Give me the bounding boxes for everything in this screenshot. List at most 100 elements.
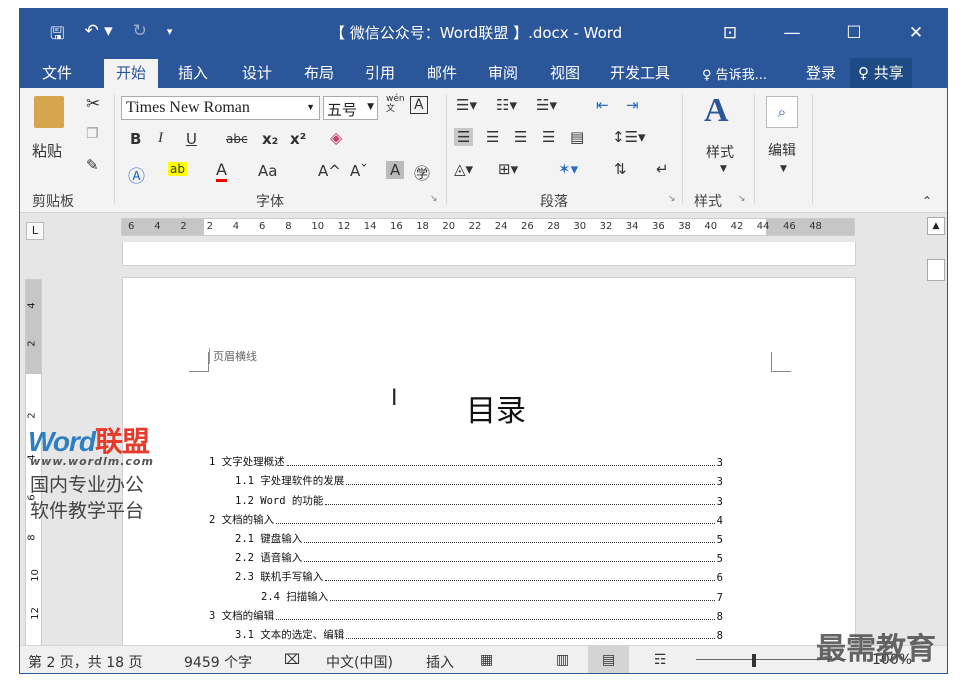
align-right-icon[interactable]: ☰ [514, 128, 527, 146]
undo-icon[interactable]: ↶ ▾ [84, 21, 112, 50]
text-effects-icon[interactable]: Ⓐ [128, 162, 145, 187]
highlight-icon[interactable]: ab [168, 162, 187, 176]
page-count[interactable]: 第 2 页，共 18 页 [28, 652, 143, 672]
web-layout-icon[interactable]: ☶ [654, 652, 667, 668]
subscript-button[interactable]: x₂ [262, 130, 278, 148]
toc-entry[interactable]: 1.1 字处理软件的发展 3 [209, 469, 723, 488]
justify-icon[interactable]: ☰ [542, 128, 555, 146]
document-page[interactable]: 页眉横线 I 目录 1 文字处理概述 3 1.1 字处理软件的发展 3 1.2 Word… [122, 277, 856, 657]
insert-mode[interactable]: 插入 [426, 652, 454, 672]
toc-entry[interactable]: 3 文档的编辑 8 [209, 604, 723, 623]
clear-format-icon[interactable]: ◈ [330, 128, 342, 147]
share-button[interactable]: ♀ 共享 [850, 58, 912, 89]
tab-insert[interactable]: 插入 [178, 62, 208, 83]
copy-icon[interactable]: ❐ [86, 126, 99, 142]
strikethrough-button[interactable]: abc [226, 132, 248, 146]
toc-entry[interactable]: 1 文字处理概述 3 [209, 450, 723, 469]
search-icon[interactable]: ⌕ [766, 96, 798, 128]
increase-indent-icon[interactable]: ⇥ [626, 96, 639, 114]
close-button[interactable]: ✕ [885, 9, 947, 56]
tab-selector-button[interactable]: L [26, 222, 44, 240]
editing-button[interactable]: 编辑 [768, 140, 796, 160]
bullets-icon[interactable]: ☰▾ [456, 96, 477, 114]
underline-button[interactable]: U [186, 130, 197, 148]
paste-icon[interactable] [34, 96, 64, 128]
maximize-button[interactable]: ☐ [823, 9, 885, 56]
toc-entry-text: 2.4 扫描输入 [261, 590, 329, 603]
chinese-layout-icon[interactable]: ✶▾ [558, 160, 578, 178]
toc-entry[interactable]: 2.3 联机手写输入 6 [209, 565, 723, 584]
vertical-scrollbar[interactable]: ▲ [924, 214, 947, 647]
character-border-icon[interactable]: A [410, 96, 428, 114]
toc-entry[interactable]: 3.1 文本的选定、编辑 8 [209, 623, 723, 642]
sort-icon[interactable]: ⇅ [614, 160, 627, 178]
superscript-button[interactable]: x² [290, 130, 306, 148]
numbering-icon[interactable]: ☷▾ [496, 96, 517, 114]
proofing-icon[interactable]: ⌧ [284, 652, 300, 668]
show-marks-icon[interactable]: ↵ [656, 160, 669, 178]
font-name-select[interactable]: Times New Roman ▼ [121, 96, 320, 120]
tab-home[interactable]: 开始 [104, 59, 159, 89]
word-count[interactable]: 9459 个字 [184, 652, 252, 672]
borders-icon[interactable]: ⊞▾ [498, 160, 518, 178]
dialog-launcher-icon[interactable]: ↘ [430, 194, 438, 204]
qat-more-icon[interactable]: ▾ [167, 25, 173, 50]
enclose-char-icon[interactable]: ㊫ [414, 160, 430, 184]
minimize-button[interactable]: — [761, 9, 823, 56]
dialog-launcher-icon[interactable]: ↘ [668, 194, 676, 204]
toc-entry[interactable]: 2 文档的输入 4 [209, 508, 723, 527]
paste-button[interactable]: 粘贴 [32, 140, 62, 161]
tab-references[interactable]: 引用 [365, 62, 395, 83]
print-layout-icon[interactable]: ▤ [588, 646, 630, 673]
redo-icon[interactable]: ↻ [133, 21, 147, 50]
tab-layout[interactable]: 布局 [304, 62, 334, 83]
phonetic-guide-icon[interactable]: wén 文 [386, 94, 405, 114]
ribbon-display-icon[interactable]: ⊡ [699, 9, 761, 56]
styles-button[interactable]: 样式 [706, 142, 734, 162]
tab-mailings[interactable]: 邮件 [427, 62, 457, 83]
format-painter-icon[interactable]: ✎ [86, 156, 99, 174]
styles-icon[interactable]: A [704, 92, 729, 130]
decrease-indent-icon[interactable]: ⇤ [596, 96, 609, 114]
tab-view[interactable]: 视图 [550, 62, 580, 83]
char-shading-icon[interactable]: A [386, 161, 405, 179]
change-case-button[interactable]: Aa [258, 162, 277, 180]
dialog-launcher-icon[interactable]: ↘ [738, 194, 746, 204]
ruler-number: 24 [494, 221, 508, 232]
shrink-font-button[interactable]: Aˇ [350, 162, 368, 180]
tab-developer[interactable]: 开发工具 [610, 62, 670, 83]
font-size-select[interactable]: 五号 ▼ [323, 96, 378, 120]
read-mode-icon[interactable]: ▥ [556, 652, 569, 668]
toc-page-number: 3 [716, 476, 723, 489]
tab-review[interactable]: 审阅 [488, 62, 518, 83]
bold-button[interactable]: B [130, 130, 141, 148]
horizontal-ruler[interactable]: 6 4 2 2 4 6 8 10 12 14 16 18 20 22 24 26 28 30 32 34 36 38 40 4… [121, 218, 855, 236]
grow-font-button[interactable]: A^ [318, 162, 341, 180]
toc-entry[interactable]: 2.2 语音输入 5 [209, 546, 723, 565]
align-center-icon[interactable]: ☰ [486, 128, 499, 146]
zoom-slider-thumb[interactable] [752, 654, 756, 667]
language-indicator[interactable]: 中文(中国) [326, 652, 393, 672]
save-icon[interactable]: 🖫 [50, 21, 64, 50]
font-color-icon[interactable]: A [216, 160, 227, 182]
toc-entry[interactable]: 2.1 键盘输入 5 [209, 527, 723, 546]
ruler-number: 20 [442, 221, 456, 232]
ribbon-tabs: 文件 开始 插入 设计 布局 引用 邮件 审阅 视图 开发工具 ♀ 告诉我...… [20, 56, 947, 89]
multilevel-list-icon[interactable]: ☱▾ [536, 96, 557, 114]
toc-entry[interactable]: 2.4 扫描输入 7 [209, 584, 723, 604]
tab-design[interactable]: 设计 [242, 62, 272, 83]
tab-file[interactable]: 文件 [42, 62, 72, 83]
toc-entry[interactable]: 1.2 Word 的功能 3 [209, 488, 723, 508]
macro-record-icon[interactable]: ▦ [480, 652, 493, 668]
scroll-thumb[interactable] [927, 259, 945, 281]
login-link[interactable]: 登录 [806, 62, 836, 83]
shading-icon[interactable]: ◬▾ [454, 160, 473, 178]
italic-button[interactable]: I [158, 130, 163, 147]
cut-icon[interactable]: ✂ [86, 94, 100, 114]
tell-me-search[interactable]: ♀ 告诉我... [702, 64, 767, 83]
align-left-icon[interactable]: ☰ [454, 128, 474, 146]
distributed-icon[interactable]: ▤ [570, 128, 584, 146]
line-spacing-icon[interactable]: ↕☰▾ [612, 128, 646, 146]
scroll-up-icon[interactable]: ▲ [927, 217, 945, 235]
collapse-ribbon-icon[interactable]: ⌃ [922, 194, 932, 208]
